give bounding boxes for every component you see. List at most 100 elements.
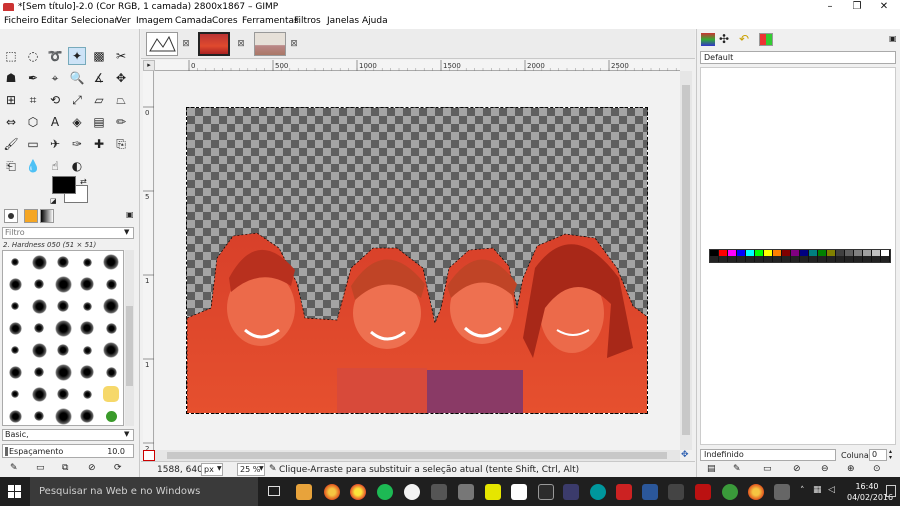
brush-preview[interactable] <box>75 273 99 295</box>
palette-swatch[interactable] <box>863 256 872 262</box>
palette-name-field[interactable]: Default <box>700 51 896 64</box>
palette-swatch[interactable] <box>728 256 737 262</box>
app-icon-6[interactable] <box>616 484 632 500</box>
select-by-color-icon[interactable]: ▩ <box>90 47 108 65</box>
edit-brush-icon[interactable]: ✎ <box>10 463 18 473</box>
dock-menu-icon[interactable]: ▣ <box>126 210 134 219</box>
brush-preview[interactable] <box>99 361 123 383</box>
ellipse-select-icon[interactable]: ◌ <box>24 47 42 65</box>
blur-tool-icon[interactable]: 💧 <box>24 157 42 175</box>
brush-preview[interactable] <box>99 383 123 405</box>
zoom-all-icon[interactable]: ⊙ <box>873 464 881 474</box>
scissors-select-icon[interactable]: ✂ <box>112 47 130 65</box>
start-button[interactable] <box>8 485 21 498</box>
brush-preview[interactable] <box>99 317 123 339</box>
firefox-icon[interactable] <box>324 484 340 500</box>
save-palette-icon[interactable]: ▤ <box>707 464 716 474</box>
brush-preview[interactable] <box>75 383 99 405</box>
gimp-running-icon[interactable] <box>774 484 790 500</box>
perspective-clone-icon[interactable]: ⎗ <box>2 157 20 175</box>
chevron-down-icon[interactable]: ▼ <box>124 228 129 236</box>
new-color-icon[interactable]: ✎ <box>733 464 741 474</box>
palette-swatch[interactable] <box>854 256 863 262</box>
volume-icon[interactable]: ◁ <box>828 485 835 495</box>
chevron-down-icon[interactable]: ▼ <box>217 465 222 472</box>
brush-preview[interactable] <box>51 383 75 405</box>
brush-grid[interactable] <box>2 250 124 426</box>
palette-swatch[interactable] <box>773 256 782 262</box>
horizontal-ruler[interactable]: 0 500 1000 1500 2000 2500 <box>155 60 680 71</box>
chevron-down-icon[interactable]: ▼ <box>124 430 129 438</box>
foreground-select-icon[interactable]: ☗ <box>2 69 20 87</box>
menu-janelas[interactable]: Janelas <box>327 16 359 26</box>
brushes-tab[interactable] <box>4 209 18 223</box>
menu-ajuda[interactable]: Ajuda <box>362 16 388 26</box>
brush-preview[interactable] <box>3 383 27 405</box>
menu-ferramentas[interactable]: Ferramentas <box>242 16 299 26</box>
menu-selecionar[interactable]: Selecionar <box>71 16 118 26</box>
brush-preview[interactable] <box>99 273 123 295</box>
brush-preset-select[interactable]: Basic, <box>2 429 134 441</box>
vertical-ruler[interactable]: 05112 <box>143 71 154 453</box>
brush-preview[interactable] <box>27 251 51 273</box>
channels-tab-icon[interactable]: ✣ <box>719 32 729 46</box>
brush-scrollbar[interactable] <box>125 250 134 426</box>
close-icon[interactable]: ⊠ <box>289 39 299 49</box>
app-icon-5[interactable] <box>563 484 579 500</box>
perspective-tool-icon[interactable]: ⏢ <box>112 91 130 109</box>
arduino-icon[interactable] <box>590 484 606 500</box>
menu-editar[interactable]: Editar <box>41 16 68 26</box>
image-layer[interactable] <box>186 107 648 414</box>
image-tab-1[interactable] <box>146 32 178 56</box>
brush-preview[interactable] <box>99 405 123 425</box>
delete-entry-icon[interactable]: ⊘ <box>793 464 801 474</box>
brush-preview[interactable] <box>27 405 51 425</box>
ruler-corner[interactable]: ▸ <box>143 60 155 71</box>
palette-swatch[interactable] <box>881 256 890 262</box>
swap-colors-icon[interactable]: ⇄ <box>80 177 87 186</box>
brush-preview[interactable] <box>3 295 27 317</box>
menu-ver[interactable]: Ver <box>116 16 131 26</box>
brush-preview[interactable] <box>27 273 51 295</box>
brush-preview[interactable] <box>75 251 99 273</box>
spacing-slider[interactable]: Espaçamento 10.0 <box>2 444 134 458</box>
menu-imagem[interactable]: Imagem <box>136 16 173 26</box>
word-icon[interactable] <box>642 484 658 500</box>
delete-brush-icon[interactable]: ⊘ <box>88 463 96 473</box>
maximize-button[interactable]: ❐ <box>843 0 871 14</box>
eraser-icon[interactable]: ▭ <box>24 135 42 153</box>
brush-preview[interactable] <box>99 295 123 317</box>
image-tab-3[interactable] <box>254 32 286 56</box>
pencil-tool-icon[interactable]: ✏ <box>112 113 130 131</box>
brush-preview[interactable] <box>75 405 99 425</box>
app-icon-7[interactable] <box>668 484 684 500</box>
brush-preview[interactable] <box>51 405 75 425</box>
firefox-dev-icon[interactable] <box>350 484 366 500</box>
brush-preview[interactable] <box>3 251 27 273</box>
scale-tool-icon[interactable]: ⤢ <box>68 91 86 109</box>
palette-swatch[interactable] <box>791 256 800 262</box>
close-icon[interactable]: ⊠ <box>181 39 191 49</box>
minimize-button[interactable]: – <box>816 0 844 14</box>
palette-swatch[interactable] <box>764 256 773 262</box>
palette-swatch[interactable] <box>872 256 881 262</box>
lasso-select-icon[interactable]: ➰ <box>46 47 64 65</box>
task-view-icon[interactable] <box>268 486 280 496</box>
brush-preview[interactable] <box>3 317 27 339</box>
brush-preview[interactable] <box>27 361 51 383</box>
patterns-tab[interactable] <box>24 209 38 223</box>
taskbar-search-box[interactable]: Pesquisar na Web e no Windows <box>30 477 258 506</box>
menu-cores[interactable]: Cores <box>212 16 238 26</box>
palette-swatch[interactable] <box>836 256 845 262</box>
palette-swatch[interactable] <box>710 256 719 262</box>
refresh-brushes-icon[interactable]: ⟳ <box>114 463 122 473</box>
brush-preview[interactable] <box>75 317 99 339</box>
new-entry-icon[interactable]: ▭ <box>763 464 772 474</box>
brush-preview[interactable] <box>99 339 123 361</box>
dock-menu-icon[interactable]: ▣ <box>889 34 897 43</box>
tray-chevron-icon[interactable]: ˄ <box>800 486 805 496</box>
palettes-tab-icon[interactable] <box>759 33 773 46</box>
brush-filter-input[interactable]: Filtro <box>2 227 134 239</box>
paths-tool-icon[interactable]: ✒ <box>24 69 42 87</box>
rect-select-icon[interactable]: ⬚ <box>2 47 20 65</box>
